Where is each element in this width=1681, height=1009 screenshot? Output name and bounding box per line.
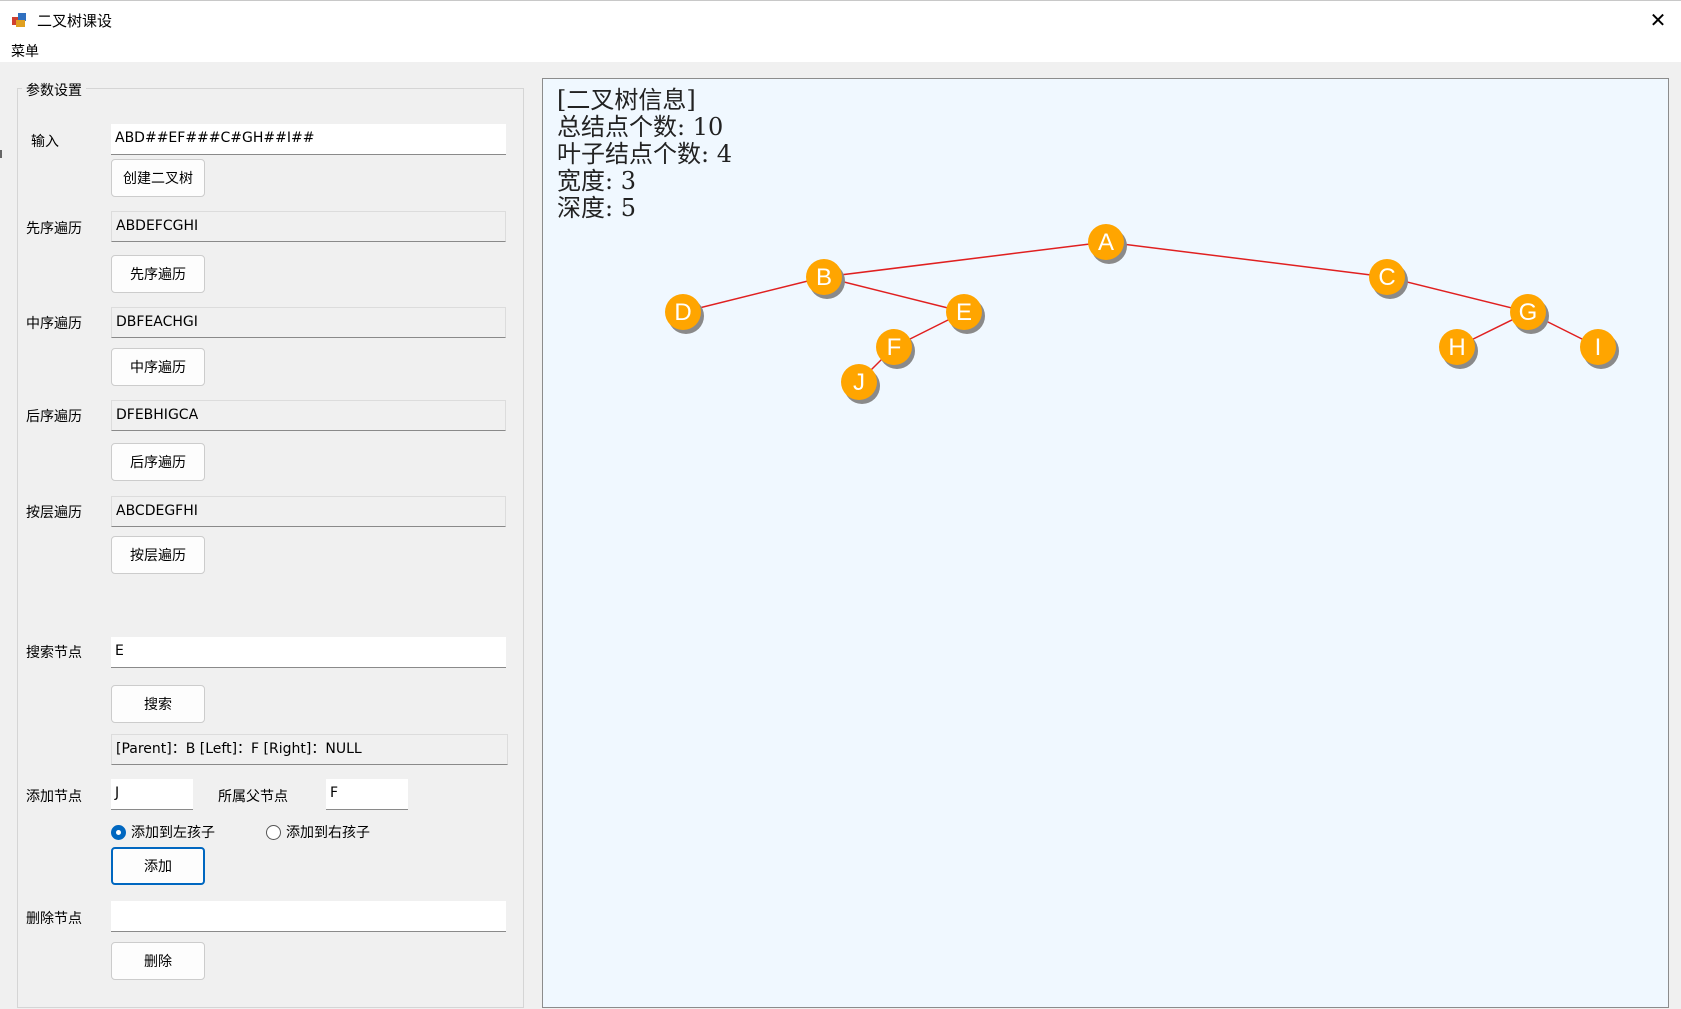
window-edge-mark (0, 150, 2, 158)
binary-tree-diagram: A B C D E FJ G H I (665, 224, 1619, 404)
levelorder-label: 按层遍历 (26, 505, 82, 521)
input-label: 输入 (31, 134, 59, 150)
inorder-output: DBFEACHGI (111, 307, 506, 338)
svg-text:E: E (956, 299, 972, 326)
app-icon (12, 13, 26, 27)
delete-node-input[interactable] (111, 901, 506, 932)
tree-node-C: C (1369, 259, 1408, 299)
svg-text:D: D (674, 299, 691, 326)
add-button[interactable]: 添加 (111, 847, 205, 885)
close-button[interactable]: ✕ (1635, 1, 1681, 38)
svg-text:H: H (1448, 334, 1465, 361)
svg-text:F: F (887, 334, 902, 361)
tree-node-A: A (1088, 224, 1127, 264)
postorder-label: 后序遍历 (26, 409, 82, 425)
tree-edge-B-D (682, 276, 825, 313)
inorder-button[interactable]: 中序遍历 (111, 348, 205, 386)
radio-checked-icon (111, 824, 126, 840)
postorder-output: DFEBHIGCA (111, 400, 506, 431)
tree-edge-B-E (823, 276, 965, 313)
search-result: [Parent]：B [Left]：F [Right]：NULL (111, 734, 508, 765)
tree-node-H: H (1439, 329, 1478, 369)
svg-text:B: B (816, 264, 832, 291)
close-icon: ✕ (1649, 7, 1667, 32)
menu-bar: 菜单 (0, 38, 1681, 62)
delete-node-label: 删除节点 (26, 911, 82, 927)
levelorder-output: ABCDEGFHI (111, 496, 506, 527)
radio-add-right-label: 添加到右孩子 (286, 825, 370, 841)
preorder-output: ABDEFCGHI (111, 211, 506, 242)
radio-add-right[interactable]: 添加到右孩子 (266, 822, 370, 842)
preorder-label: 先序遍历 (26, 221, 82, 237)
title-bar: 二叉树课设 ✕ (0, 0, 1681, 38)
delete-button[interactable]: 删除 (111, 942, 205, 980)
svg-text:C: C (1378, 264, 1395, 291)
tree-node-E: E (946, 294, 985, 334)
tree-node-F: F (876, 329, 915, 369)
tree-edge-A-B (823, 241, 1107, 278)
menu-item-main[interactable]: 菜单 (11, 41, 39, 61)
parent-node-label: 所属父节点 (218, 789, 288, 805)
add-node-label: 添加节点 (26, 789, 82, 805)
radio-unchecked-icon (266, 824, 281, 840)
tree-node-J: J (841, 364, 880, 404)
preorder-button[interactable]: 先序遍历 (111, 255, 205, 293)
create-tree-button[interactable]: 创建二叉树 (111, 159, 205, 197)
levelorder-button[interactable]: 按层遍历 (111, 536, 205, 574)
tree-node-B: B (806, 259, 845, 299)
search-input[interactable]: E (111, 637, 506, 668)
search-button[interactable]: 搜索 (111, 685, 205, 723)
tree-node-I: I (1580, 329, 1619, 369)
add-node-input[interactable]: J (111, 779, 193, 810)
tree-edge-C-G (1386, 276, 1529, 313)
svg-text:J: J (853, 369, 865, 396)
tree-canvas: [二叉树信息] 总结点个数: 10 叶子结点个数: 4 宽度: 3 深度: 5 … (542, 78, 1669, 1008)
parent-node-input[interactable]: F (326, 779, 408, 810)
tree-edge-A-C (1105, 241, 1388, 278)
window-title: 二叉树课设 (37, 12, 113, 30)
radio-add-left-label: 添加到左孩子 (131, 825, 215, 841)
postorder-button[interactable]: 后序遍历 (111, 443, 205, 481)
inorder-label: 中序遍历 (26, 316, 82, 332)
tree-node-D: D (665, 294, 704, 334)
radio-add-left[interactable]: 添加到左孩子 (111, 822, 215, 842)
input-field[interactable]: ABD##EF###C#GH##I## (111, 124, 506, 155)
tree-node-G: G (1510, 294, 1549, 334)
svg-text:I: I (1595, 334, 1602, 361)
params-group-title: 参数设置 (22, 80, 86, 100)
search-label: 搜索节点 (26, 645, 82, 661)
svg-text:A: A (1098, 229, 1114, 256)
svg-text:G: G (1519, 299, 1538, 326)
